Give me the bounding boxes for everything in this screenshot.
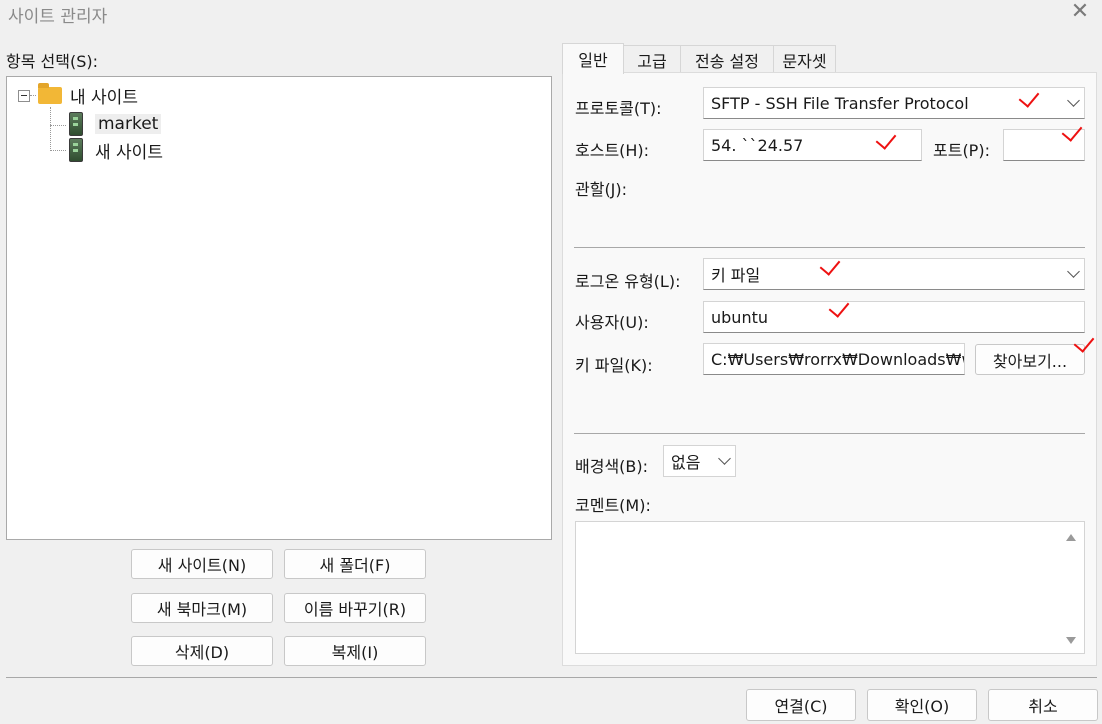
comment-label: 코멘트(M): <box>575 496 651 515</box>
tree-item-new-site[interactable]: 새 사이트 <box>69 138 163 163</box>
bgcolor-value: 없음 <box>671 453 701 472</box>
select-entry-label: 항목 선택(S): <box>6 52 98 71</box>
check-mark-icon <box>816 256 846 278</box>
check-mark-icon <box>1058 122 1088 144</box>
server-icon <box>69 112 83 136</box>
scroll-down-icon[interactable] <box>1066 637 1076 644</box>
cancel-button[interactable]: 취소 <box>988 689 1098 721</box>
check-mark-icon <box>1015 88 1045 110</box>
chevron-down-icon <box>1067 265 1080 278</box>
divider <box>574 247 1085 248</box>
collapse-icon[interactable] <box>18 90 30 102</box>
user-value: ubuntu <box>711 307 768 327</box>
new-folder-button[interactable]: 새 폴더(F) <box>284 549 426 579</box>
duplicate-button[interactable]: 복제(I) <box>284 636 426 666</box>
tab-advanced[interactable]: 고급 <box>623 45 681 74</box>
chevron-down-icon <box>718 452 731 465</box>
keyfile-label: 키 파일(K): <box>575 356 653 375</box>
logon-type-label: 로그온 유형(L): <box>575 272 681 291</box>
keyfile-value: C:₩Users₩rorrx₩Downloads₩w <box>711 349 965 369</box>
delete-button[interactable]: 삭제(D) <box>131 636 273 666</box>
server-icon <box>69 138 83 162</box>
tab-transfer-settings[interactable]: 전송 설정 <box>680 45 774 74</box>
logon-type-select[interactable]: 키 파일 <box>703 258 1085 290</box>
user-input[interactable]: ubuntu <box>703 301 1085 333</box>
tree-item-label: 새 사이트 <box>95 142 163 163</box>
protocol-value: SFTP - SSH File Transfer Protocol <box>711 93 969 113</box>
encryption-label: 관할(J): <box>575 180 628 199</box>
connect-button[interactable]: 연결(C) <box>746 689 856 721</box>
host-label: 호스트(H): <box>575 141 650 160</box>
divider <box>6 677 1097 678</box>
keyfile-input[interactable]: C:₩Users₩rorrx₩Downloads₩w <box>703 343 965 375</box>
logon-type-value: 키 파일 <box>711 266 761 285</box>
rename-button[interactable]: 이름 바꾸기(R) <box>284 593 426 623</box>
scroll-up-icon[interactable] <box>1066 534 1076 541</box>
new-site-button[interactable]: 새 사이트(N) <box>131 549 273 579</box>
tree-item-label: 내 사이트 <box>70 87 138 108</box>
check-mark-icon <box>872 130 902 152</box>
bgcolor-label: 배경색(B): <box>575 457 649 476</box>
tree-item-label: market <box>95 114 162 134</box>
tab-charset[interactable]: 문자셋 <box>773 45 836 74</box>
host-value: 54. ``24.57 <box>711 135 804 155</box>
comment-textarea[interactable] <box>575 521 1085 654</box>
chevron-down-icon <box>1067 94 1080 107</box>
check-mark-icon <box>1070 333 1100 355</box>
port-label: 포트(P): <box>933 141 990 160</box>
user-label: 사용자(U): <box>575 313 649 332</box>
new-bookmark-button[interactable]: 새 북마크(M) <box>131 593 273 623</box>
check-mark-icon <box>825 298 855 320</box>
tree-item-market[interactable]: market <box>69 112 162 136</box>
browse-button[interactable]: 찾아보기... <box>975 344 1085 375</box>
site-tree[interactable]: 내 사이트 market 새 사이트 <box>6 76 552 540</box>
tab-general[interactable]: 일반 <box>562 43 624 74</box>
close-icon[interactable]: ✕ <box>1068 0 1092 24</box>
ok-button[interactable]: 확인(O) <box>867 689 977 721</box>
tree-item-my-sites[interactable]: 내 사이트 <box>38 82 138 108</box>
folder-icon <box>38 82 62 104</box>
divider <box>574 433 1085 434</box>
window-title: 사이트 관리자 <box>8 7 108 27</box>
bgcolor-select[interactable]: 없음 <box>663 445 736 477</box>
protocol-label: 프로토콜(T): <box>575 99 662 118</box>
